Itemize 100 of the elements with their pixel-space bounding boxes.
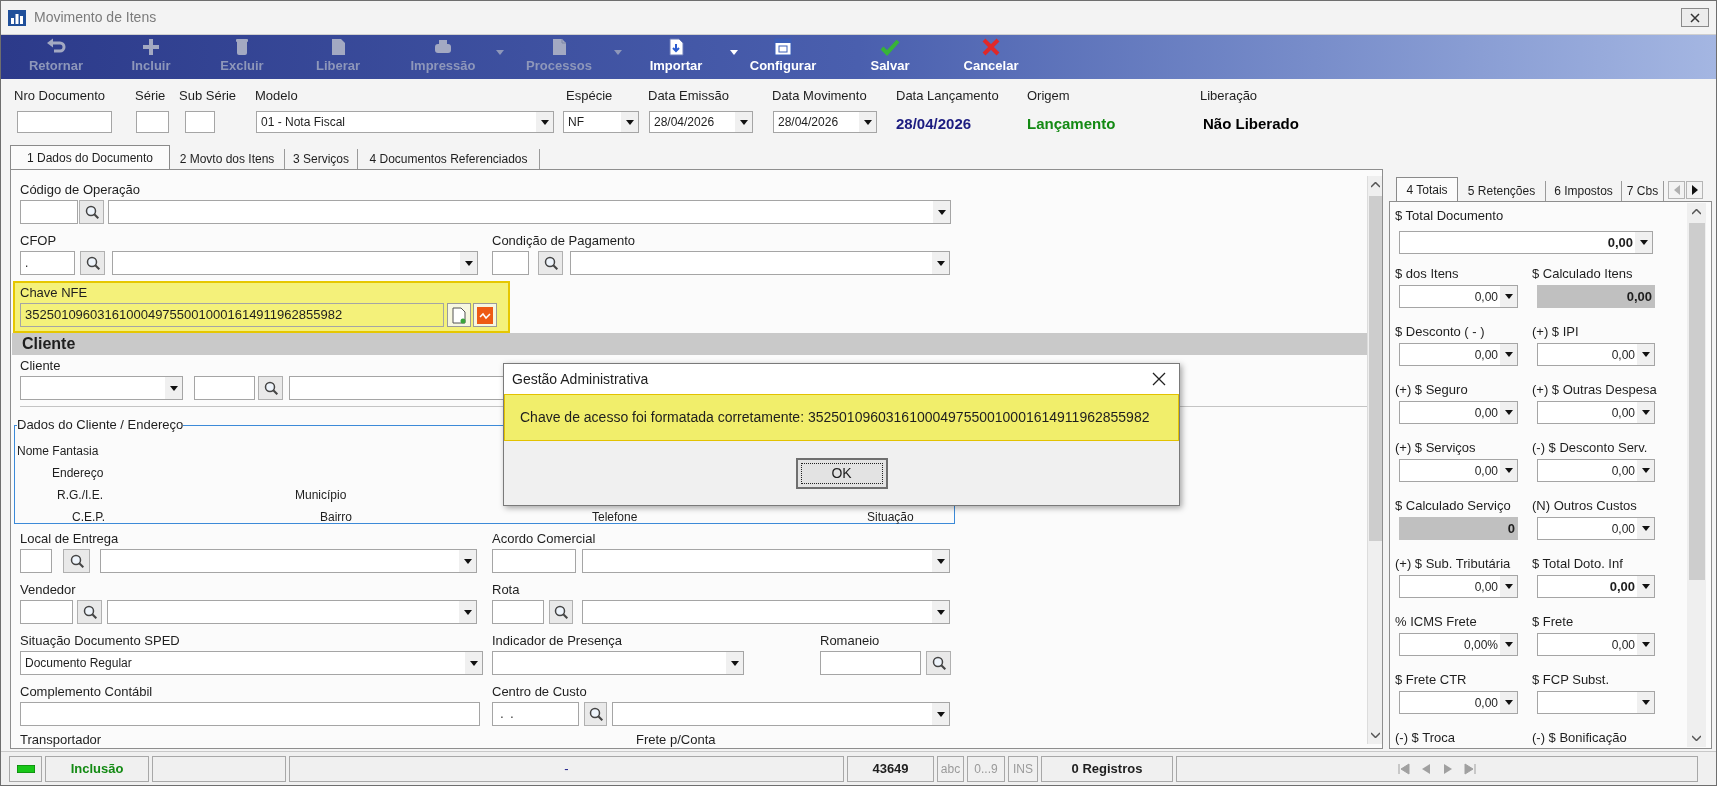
document-button[interactable] [447,303,471,327]
caret-icon [169,385,178,391]
scrollbar-thumb[interactable] [1688,223,1705,580]
close-icon [1152,372,1166,386]
combo-box[interactable]: 01 - Nota Fiscal [256,111,554,133]
input-field[interactable] [820,651,921,675]
combo-box[interactable]: 0,00% [1399,633,1518,656]
combo-box[interactable]: 0,00 [1537,575,1655,598]
search-button[interactable] [79,200,104,224]
caret-icon [863,119,872,125]
combo-box[interactable] [107,600,477,624]
combo-box[interactable]: 0,00 [1399,691,1518,714]
x-icon [981,38,1001,56]
ok-button[interactable]: OK [795,457,888,489]
caret-icon [1641,410,1650,415]
combo-box[interactable]: 0,00 [1399,401,1518,424]
caret-icon [1641,468,1650,473]
combo-box[interactable] [1537,691,1655,714]
combo-box[interactable]: NF [563,111,639,133]
input-field[interactable]: . [20,251,75,275]
field-label: Cliente [20,358,61,373]
field-label: Data Lançamento [896,87,999,105]
input-field[interactable] [492,549,576,573]
input-field[interactable]: . . [492,702,579,726]
combo-box[interactable]: 0,00 [1399,575,1518,598]
first-icon [1398,762,1410,775]
input-field[interactable] [185,111,215,133]
input-field[interactable] [17,111,112,133]
field-label: Nome Fantasia [17,444,99,458]
dialog-title: Gestão Administrativa [512,369,649,389]
combo-box[interactable]: 0,00 [1537,343,1655,366]
toolbar-button[interactable]: Cancelar [955,35,1027,79]
search-button[interactable] [926,651,951,675]
combo-box[interactable] [112,251,478,275]
combo-box[interactable]: 0,00 [1537,401,1655,424]
input-field[interactable]: 35250109603161000497550010001614911962855982 [20,303,444,327]
search-button[interactable] [80,251,105,275]
close-icon [1690,12,1700,23]
toolbar-button[interactable]: Importar [625,35,741,79]
tab[interactable]: 4 Totais [1396,177,1458,201]
input-field[interactable] [20,600,73,624]
record-count: 0 Registros [1041,755,1173,782]
input-field[interactable] [20,702,480,726]
input-field[interactable] [492,251,529,275]
combo-box[interactable]: 0,00 [1537,517,1655,540]
caret-icon [463,609,472,615]
field-label: Situação [867,510,914,524]
toolbar-button[interactable]: Configurar [741,35,825,79]
combo-box[interactable]: 0,00 [1537,459,1655,482]
field-label: Nro Documento [14,87,106,105]
input-field[interactable] [20,549,52,573]
search-icon [69,554,84,568]
search-icon [84,205,99,219]
combo-box[interactable] [612,702,950,726]
input-field[interactable] [136,111,169,133]
caret-icon [936,609,945,615]
scrollbar-thumb[interactable] [1368,196,1382,541]
search-button[interactable] [258,376,283,400]
input-field[interactable] [194,376,255,400]
combo-box[interactable] [582,549,950,573]
field-label: $ Frete [1532,614,1574,630]
search-button[interactable] [77,600,102,624]
toolbar-button[interactable]: Salvar [825,35,955,79]
close-button[interactable] [1681,8,1709,27]
field-label: Condição de Pagamento [492,233,636,248]
combo-box[interactable]: 28/04/2026 [649,111,753,133]
tab-scroll-button[interactable] [1686,181,1703,199]
status-indicator: INS [1008,755,1038,782]
input-field[interactable] [20,200,78,224]
caret-icon [1504,352,1513,357]
search-button[interactable] [63,549,90,573]
caret-icon [730,660,739,666]
field-label: Centro de Custo [492,684,587,699]
combo-box[interactable]: 0,00 [1537,633,1655,656]
combo-box[interactable] [20,376,183,400]
search-button[interactable] [549,600,573,624]
combo-box[interactable]: 28/04/2026 [773,111,877,133]
file-button[interactable] [473,303,497,327]
search-button[interactable] [584,702,607,726]
combo-box[interactable]: Documento Regular [20,651,483,675]
combo-box[interactable]: 0,00 [1399,343,1518,366]
field-label: $ Desconto ( - ) [1395,324,1485,340]
combo-box[interactable] [582,600,950,624]
search-button[interactable] [538,251,563,275]
combo-box[interactable]: 0,00 [1399,285,1518,308]
combo-box[interactable]: 0,00 [1399,231,1653,254]
caret-icon [540,119,549,125]
caret-icon [739,119,748,125]
combo-box[interactable] [570,251,950,275]
combo-box[interactable]: 0,00 [1399,459,1518,482]
file-icon [477,306,493,324]
field-label: (+) $ Sub. Tributária [1395,556,1511,572]
combo-box[interactable] [492,651,744,675]
caret-icon [464,260,473,266]
plus-icon [141,38,161,56]
combo-box[interactable] [100,549,477,573]
input-field[interactable] [492,600,544,624]
right-arrow-icon [1691,185,1698,195]
tab[interactable]: 1 Dados do Documento [10,145,170,169]
window-icon [773,38,793,56]
